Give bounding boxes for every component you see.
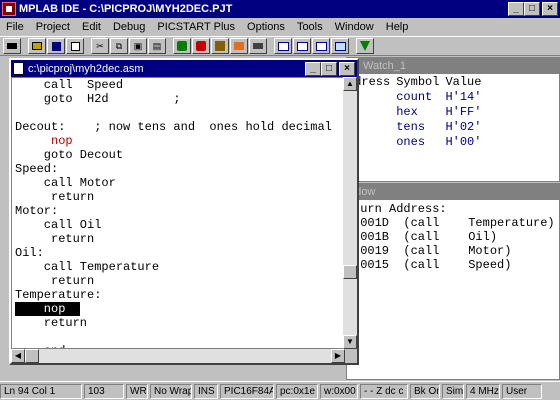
- copy-icon[interactable]: ⧉: [110, 38, 128, 54]
- code-line-highlighted: nop: [15, 302, 80, 316]
- code-line: Decout: ; now tens and ones hold decimal…: [15, 120, 345, 134]
- menu-help[interactable]: Help: [380, 21, 415, 33]
- menu-window[interactable]: Window: [329, 21, 380, 33]
- source-editor-window[interactable]: c:\picproj\myh2dec.asm _ □ × call Speed …: [9, 58, 359, 365]
- cut-icon[interactable]: ✂: [91, 38, 109, 54]
- status-device: PIC16F84A: [220, 383, 274, 399]
- menu-project[interactable]: Project: [30, 21, 76, 33]
- code-line: Motor:: [15, 204, 59, 218]
- scroll-up-button[interactable]: ▲: [343, 77, 357, 91]
- title-bar: MPLAB IDE - C:\PICPROJ\MYH2DEC.PJT _ □ ×: [0, 0, 560, 18]
- code-line: goto Decout: [15, 148, 124, 162]
- filter-icon[interactable]: [356, 38, 374, 54]
- stack-content: turn Address: 001D (call Temperature) 00…: [353, 202, 555, 272]
- code-line: Oil:: [15, 246, 44, 260]
- status-user: User: [502, 383, 542, 399]
- editor-title: c:\picproj\myh2dec.asm: [28, 62, 144, 75]
- code-line: goto H2d ;: [15, 92, 181, 106]
- run-icon[interactable]: [173, 38, 191, 54]
- editor-horizontal-scrollbar[interactable]: ◀ ▶: [11, 349, 345, 363]
- window3-icon[interactable]: [312, 38, 330, 54]
- menu-picstart-plus[interactable]: PICSTART Plus: [151, 21, 241, 33]
- code-line: return: [15, 190, 95, 204]
- watch-row[interactable]: D tens H'02': [347, 119, 487, 134]
- app-title: MPLAB IDE - C:\PICPROJ\MYH2DEC.PJT: [19, 3, 233, 15]
- window2-icon[interactable]: [293, 38, 311, 54]
- close-button[interactable]: ×: [542, 2, 558, 16]
- stack-window-title[interactable]: ndow: [347, 184, 559, 200]
- vertical-scroll-thumb[interactable]: [343, 265, 357, 279]
- watch-window[interactable]: Watch_1 ddress Symbol Value F count H'14…: [346, 57, 560, 182]
- window4-icon[interactable]: [331, 38, 349, 54]
- scroll-left-button[interactable]: ◀: [11, 349, 25, 363]
- menu-debug[interactable]: Debug: [107, 21, 151, 33]
- code-line: nop: [15, 134, 73, 148]
- menu-options[interactable]: Options: [241, 21, 291, 33]
- editor-maximize-button[interactable]: □: [321, 61, 337, 76]
- reset-icon[interactable]: [249, 38, 267, 54]
- animate-icon[interactable]: [230, 38, 248, 54]
- menu-tools[interactable]: Tools: [291, 21, 329, 33]
- code-line: return: [15, 316, 88, 330]
- menu-file[interactable]: File: [0, 21, 30, 33]
- status-insert: INS: [194, 383, 218, 399]
- print-icon[interactable]: ▤: [148, 38, 166, 54]
- watch-window-title[interactable]: Watch_1: [347, 58, 559, 74]
- code-area[interactable]: call Speed goto H2d ; Decout: ; now tens…: [11, 77, 345, 349]
- maximize-button[interactable]: □: [524, 2, 540, 16]
- window1-icon[interactable]: [274, 38, 292, 54]
- watch-header-value: Value: [445, 74, 482, 89]
- code-line: return: [15, 274, 95, 288]
- code-line: Temperature:: [15, 288, 102, 302]
- minimize-button[interactable]: _: [508, 2, 524, 16]
- status-bar: Ln 94 Col 1 103 WR No Wrap INS PIC16F84A…: [0, 381, 560, 400]
- watch-row[interactable]: E hex H'FF': [347, 104, 487, 119]
- toolbar: ✂ ⧉ ▣ ▤: [0, 36, 560, 56]
- status-write: WR: [126, 383, 148, 399]
- horizontal-scroll-thumb[interactable]: [25, 349, 39, 363]
- status-sim: Sim: [442, 383, 464, 399]
- halt-icon[interactable]: [192, 38, 210, 54]
- paste-icon[interactable]: ▣: [129, 38, 147, 54]
- open-icon[interactable]: [28, 38, 46, 54]
- watch-row[interactable]: C ones H'00': [347, 134, 487, 149]
- watch-row[interactable]: F count H'14': [347, 89, 487, 104]
- editor-vertical-scrollbar[interactable]: ▲ ▼: [343, 77, 357, 349]
- scroll-right-button[interactable]: ▶: [331, 349, 345, 363]
- code-line: call Oil: [15, 218, 102, 232]
- code-line: call Speed: [15, 78, 124, 92]
- editor-title-bar[interactable]: c:\picproj\myh2dec.asm _ □ ×: [11, 60, 357, 77]
- code-line: call Motor: [15, 176, 116, 190]
- close-file-icon[interactable]: [66, 38, 84, 54]
- stack-window[interactable]: ndow turn Address: 001D (call Temperatur…: [346, 183, 560, 380]
- status-count: 103: [84, 383, 124, 399]
- scroll-down-button[interactable]: ▼: [343, 335, 357, 349]
- code-line: call Temperature: [15, 260, 160, 274]
- mplab-app-icon[interactable]: [2, 2, 16, 16]
- save-icon[interactable]: [47, 38, 65, 54]
- watch-table: ddress Symbol Value F count H'14' E hex …: [347, 74, 487, 149]
- step-icon[interactable]: [211, 38, 229, 54]
- mdi-workspace: Watch_1 ddress Symbol Value F count H'14…: [0, 57, 560, 380]
- status-w-register: w:0x00: [320, 383, 358, 399]
- menu-edit[interactable]: Edit: [76, 21, 107, 33]
- status-line-col: Ln 94 Col 1: [0, 383, 82, 399]
- editor-close-button[interactable]: ×: [339, 61, 355, 76]
- status-pc: pc:0x1e: [276, 383, 318, 399]
- status-clock: 4 MHz: [466, 383, 500, 399]
- code-line: Speed:: [15, 162, 59, 176]
- document-icon: [13, 62, 24, 75]
- menu-bar: File Project Edit Debug PICSTART Plus Op…: [0, 18, 560, 36]
- code-line: return: [15, 232, 95, 246]
- status-flags: - - Z dc c: [360, 383, 408, 399]
- toolbar-select-icon[interactable]: [3, 38, 21, 54]
- editor-minimize-button[interactable]: _: [305, 61, 321, 76]
- watch-header-symbol: Symbol: [396, 74, 440, 89]
- status-wrap: No Wrap: [150, 383, 192, 399]
- status-break: Bk On: [410, 383, 440, 399]
